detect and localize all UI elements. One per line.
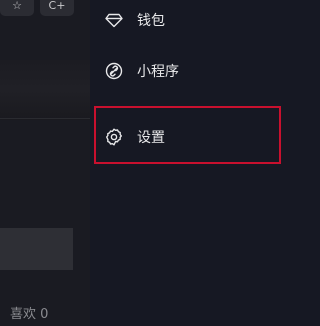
likes-count: 喜欢 0 xyxy=(10,307,49,322)
gear-icon xyxy=(105,128,123,146)
star-button[interactable]: ☆ xyxy=(0,0,34,16)
background-block xyxy=(0,228,73,270)
menu-item-label: 钱包 xyxy=(137,13,165,29)
link-icon xyxy=(105,62,123,80)
menu-item-label: 设置 xyxy=(137,130,165,146)
star-icon: ☆ xyxy=(12,0,22,12)
background-image xyxy=(0,60,90,120)
menu-item-wallet[interactable]: 钱包 xyxy=(90,0,314,40)
menu-item-mini-program[interactable]: 小程序 xyxy=(90,51,314,91)
add-friend-button[interactable]: C+ xyxy=(40,0,74,16)
background-video-pane: ☆ C+ 喜欢 0 xyxy=(0,0,90,326)
diamond-icon xyxy=(105,11,123,29)
add-user-icon: C+ xyxy=(48,0,66,12)
divider xyxy=(0,118,90,119)
side-drawer: 钱包 小程序 设置 xyxy=(90,0,314,326)
menu-item-label: 小程序 xyxy=(137,64,179,80)
menu-item-settings[interactable]: 设置 xyxy=(90,117,314,157)
